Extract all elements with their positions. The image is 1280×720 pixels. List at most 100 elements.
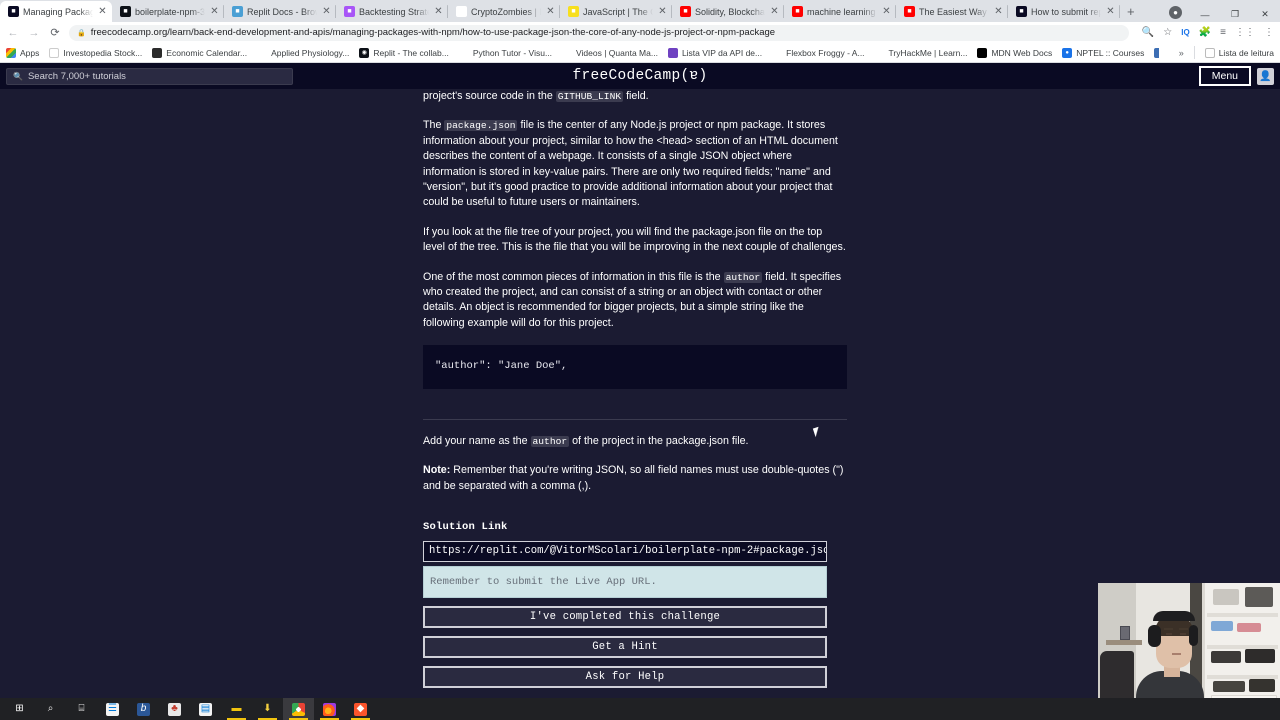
menu-kebab-icon[interactable]: ⋮ (1264, 27, 1274, 38)
quanta-icon: ✳ (562, 47, 573, 58)
paragraph-3: One of the most common pieces of informa… (423, 270, 847, 332)
paragraph-1: The package.json file is the center of a… (423, 118, 847, 210)
profile-avatar-icon[interactable]: ● (1169, 6, 1182, 19)
browser-tab[interactable]: ■ Managing Packages ✕ (0, 1, 112, 22)
bookmark-item[interactable]: Apps (6, 47, 39, 58)
news-app[interactable]: ▤ (190, 698, 221, 720)
close-tab-button[interactable]: ✕ (657, 6, 668, 17)
close-tab-button[interactable]: ✕ (321, 6, 332, 17)
get-hint-button[interactable]: Get a Hint (423, 636, 827, 659)
apps-grid-icon (6, 47, 16, 58)
truncated-top-line: project's source code in the GITHUB_LINK… (423, 89, 847, 104)
back-button[interactable]: ← (6, 27, 20, 39)
browser-tab[interactable]: ■ CryptoZombies | Les ✕ (448, 1, 560, 22)
apps-grid-icon[interactable]: ⋮⋮ (1235, 27, 1255, 38)
solitaire-app[interactable]: ♣ (159, 698, 190, 720)
browser-tab[interactable]: ■ boilerplate-npm-3 - ✕ (112, 1, 224, 22)
browser-toolbar: ← → ⟳ 🔒 freecodecamp.org/learn/back-end-… (0, 22, 1280, 43)
brave-browser[interactable]: ◆ (345, 698, 376, 720)
browser-tab[interactable]: ■ Solidity, Blockchain, ✕ (672, 1, 784, 22)
new-tab-button[interactable]: + (1120, 4, 1142, 22)
folder-icon: ▬ (231, 703, 242, 714)
close-tab-button[interactable]: ✕ (545, 6, 556, 17)
search-icon[interactable]: 🔍 (1142, 27, 1154, 38)
close-window-button[interactable]: ✕ (1250, 9, 1280, 20)
tryhackme-icon: ◔ (874, 47, 885, 58)
bookmarks-overflow-button[interactable]: » (1179, 48, 1184, 58)
tab-title: JavaScript | The Odin (583, 6, 653, 17)
header-right: Menu 👤 (1198, 66, 1274, 86)
search-button[interactable]: ⌕ (35, 698, 66, 720)
bookmark-item[interactable]: DevDocs API Docu... (1154, 47, 1159, 58)
downloads-app[interactable]: ⬇ (252, 698, 283, 720)
close-tab-button[interactable]: ✕ (97, 6, 108, 17)
browser-tab[interactable]: ■ The Easiest Way To M ✕ (896, 1, 1008, 22)
search-input[interactable]: 🔍 Search 7,000+ tutorials (6, 67, 293, 85)
browser-tab[interactable]: ■ machine learning wit ✕ (784, 1, 896, 22)
close-tab-button[interactable]: ✕ (993, 6, 1004, 17)
user-avatar-icon[interactable]: 👤 (1257, 67, 1274, 85)
bookmark-item[interactable]: ● Python Tutor - Visu... (458, 47, 553, 58)
bookmark-item[interactable]: Economic Calendar... (152, 47, 247, 58)
text: file is the center of any Node.js projec… (423, 119, 838, 209)
text: The (423, 119, 445, 132)
star-icon[interactable]: ☆ (1163, 27, 1172, 38)
start-button[interactable]: ⊞ (4, 698, 35, 720)
maximize-button[interactable]: ❐ (1220, 9, 1250, 20)
bookmark-item[interactable]: ◢ Applied Physiology... (257, 47, 349, 58)
inline-code: GITHUB_LINK (555, 91, 624, 102)
menu-button[interactable]: Menu (1198, 66, 1251, 86)
bookmark-reading-list[interactable]: ▤ Lista de leitura (1204, 47, 1274, 58)
lista-vip-icon (667, 47, 678, 58)
webcam-brow-right (1179, 628, 1188, 630)
replit-icon: ◉ (359, 47, 370, 58)
search-icon: ⌕ (47, 703, 54, 714)
webcam-eye-left (1166, 633, 1172, 635)
bookmark-item[interactable]: ◉ Replit - The collab... (359, 47, 449, 58)
reload-button[interactable]: ⟳ (48, 26, 62, 39)
bookmark-label: Python Tutor - Visu... (472, 47, 553, 58)
close-tab-button[interactable]: ✕ (881, 6, 892, 17)
bookmark-item[interactable]: ◔ TryHackMe | Learn... (874, 47, 968, 58)
store-icon: ☰ (106, 702, 119, 716)
browser-window: ■ Managing Packages ✕ ■ boilerplate-npm-3 -… (0, 0, 1280, 698)
bookmark-label: MDN Web Docs (991, 47, 1053, 58)
blue-app-icon: b (137, 702, 150, 716)
ask-for-help-button[interactable]: Ask for Help (423, 666, 827, 689)
browser-tab[interactable]: ■ JavaScript | The Odin ✕ (560, 1, 672, 22)
close-tab-button[interactable]: ✕ (1105, 6, 1116, 17)
close-tab-button[interactable]: ✕ (769, 6, 780, 17)
nptel-icon: ● (1062, 47, 1073, 58)
google-chrome[interactable] (283, 698, 314, 720)
microsoft-store[interactable]: ☰ (97, 698, 128, 720)
minimize-button[interactable]: — (1190, 10, 1220, 20)
cards-icon: ♣ (168, 702, 181, 716)
bookmark-item[interactable]: ✳ Videos | Quanta Ma... (562, 47, 658, 58)
solution-link-input[interactable]: https://replit.com/@VitorMScolari/boiler… (423, 541, 827, 563)
text: project's source code in the (423, 90, 556, 102)
bookmark-item[interactable]: ● Flexbox Froggy - A... (772, 47, 865, 58)
completed-challenge-button[interactable]: I've completed this challenge (423, 606, 827, 629)
bookmark-item[interactable]: (I) Investopedia Stock... (49, 47, 142, 58)
bookmark-item[interactable]: Lista VIP da API de... (667, 47, 762, 58)
browser-tab[interactable]: ■ Replit Docs - Browsin ✕ (224, 1, 336, 22)
address-bar[interactable]: 🔒 freecodecamp.org/learn/back-end-develo… (69, 24, 1129, 41)
forward-button[interactable]: → (27, 27, 41, 39)
file-explorer[interactable]: ▬ (221, 698, 252, 720)
purple-circle-icon: ■ (344, 6, 355, 17)
extensions-icon[interactable]: 🧩 (1199, 27, 1211, 38)
browser-tab[interactable]: ■ Backtesting Strategie ✕ (336, 1, 448, 22)
bookmark-label: TryHackMe | Learn... (888, 47, 968, 58)
bookmark-label: NPTEL :: Courses (1076, 47, 1145, 58)
iq-extension-icon[interactable]: IQ (1181, 28, 1189, 37)
firefox-browser[interactable] (314, 698, 345, 720)
close-tab-button[interactable]: ✕ (433, 6, 444, 17)
browser-tab[interactable]: ■ How to submit replit ✕ (1008, 1, 1120, 22)
bookmark-item[interactable]: ● NPTEL :: Courses (1062, 47, 1145, 58)
bookmark-item[interactable]: MDN Web Docs (977, 47, 1053, 58)
reading-list-icon[interactable]: ≡ (1220, 27, 1226, 38)
task-view-button[interactable]: ⌸ (66, 698, 97, 720)
close-tab-button[interactable]: ✕ (209, 6, 220, 17)
blue-app[interactable]: b (128, 698, 159, 720)
reading-list-icon: ▤ (1204, 47, 1215, 58)
